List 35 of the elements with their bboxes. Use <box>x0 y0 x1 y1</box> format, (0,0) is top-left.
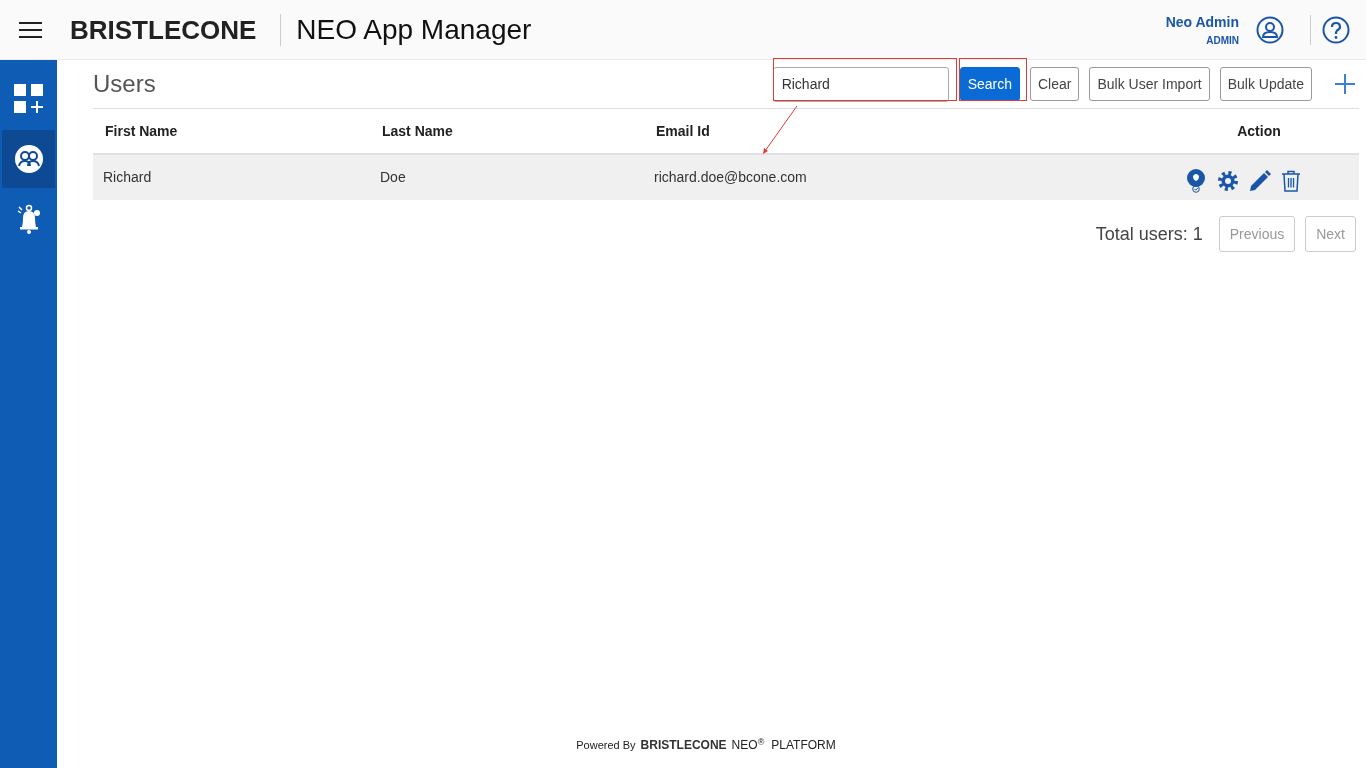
toolbar-button[interactable]: Clear <box>1030 67 1080 101</box>
user-profile-icon[interactable] <box>1256 15 1284 44</box>
help-icon[interactable] <box>1322 15 1350 44</box>
table-cell-text: Richard <box>102 168 153 187</box>
platform-text: PLATFORM <box>771 737 836 754</box>
brand-logo: BRISTLECONE <box>70 16 257 43</box>
annotation-arrow <box>761 105 799 155</box>
add-icon[interactable] <box>1335 74 1355 94</box>
neo-text: NEO$^{®}$ <box>731 736 765 754</box>
table-cell-text: Doe <box>379 168 407 187</box>
pencil-icon[interactable] <box>1249 169 1271 192</box>
settings-icon[interactable] <box>1217 169 1239 192</box>
toolbar-button[interactable]: Bulk Update <box>1219 67 1312 101</box>
page-title: Users <box>93 69 156 99</box>
column-header: Last Name <box>381 121 454 141</box>
users-icon <box>13 144 44 174</box>
user-badge-icon[interactable] <box>1185 168 1207 193</box>
column-header: Action <box>1236 121 1282 141</box>
total-users-count: Total users: 1 <box>1095 222 1203 246</box>
user-name: Neo Admin <box>1165 12 1239 32</box>
column-header: Email Id <box>655 121 711 141</box>
search-button[interactable]: Search <box>959 67 1020 101</box>
highlight-frame <box>959 58 1027 101</box>
grid-plus-icon <box>13 84 44 114</box>
menu-icon[interactable] <box>19 21 42 38</box>
powered-by-text: Powered By <box>576 737 636 753</box>
toolbar-button[interactable]: Bulk User Import <box>1089 67 1210 101</box>
footer-logo: BRISTLECONE <box>640 737 727 754</box>
sidebar-item[interactable] <box>2 130 55 188</box>
trash-icon[interactable] <box>1281 169 1301 192</box>
app-title: NEO App Manager <box>296 15 532 44</box>
search-field[interactable]: Richard <box>772 66 949 102</box>
user-role: ADMIN <box>1206 33 1239 48</box>
column-header: First Name <box>104 121 179 141</box>
table-cell-text: richard.doe@bcone.com <box>653 168 808 187</box>
